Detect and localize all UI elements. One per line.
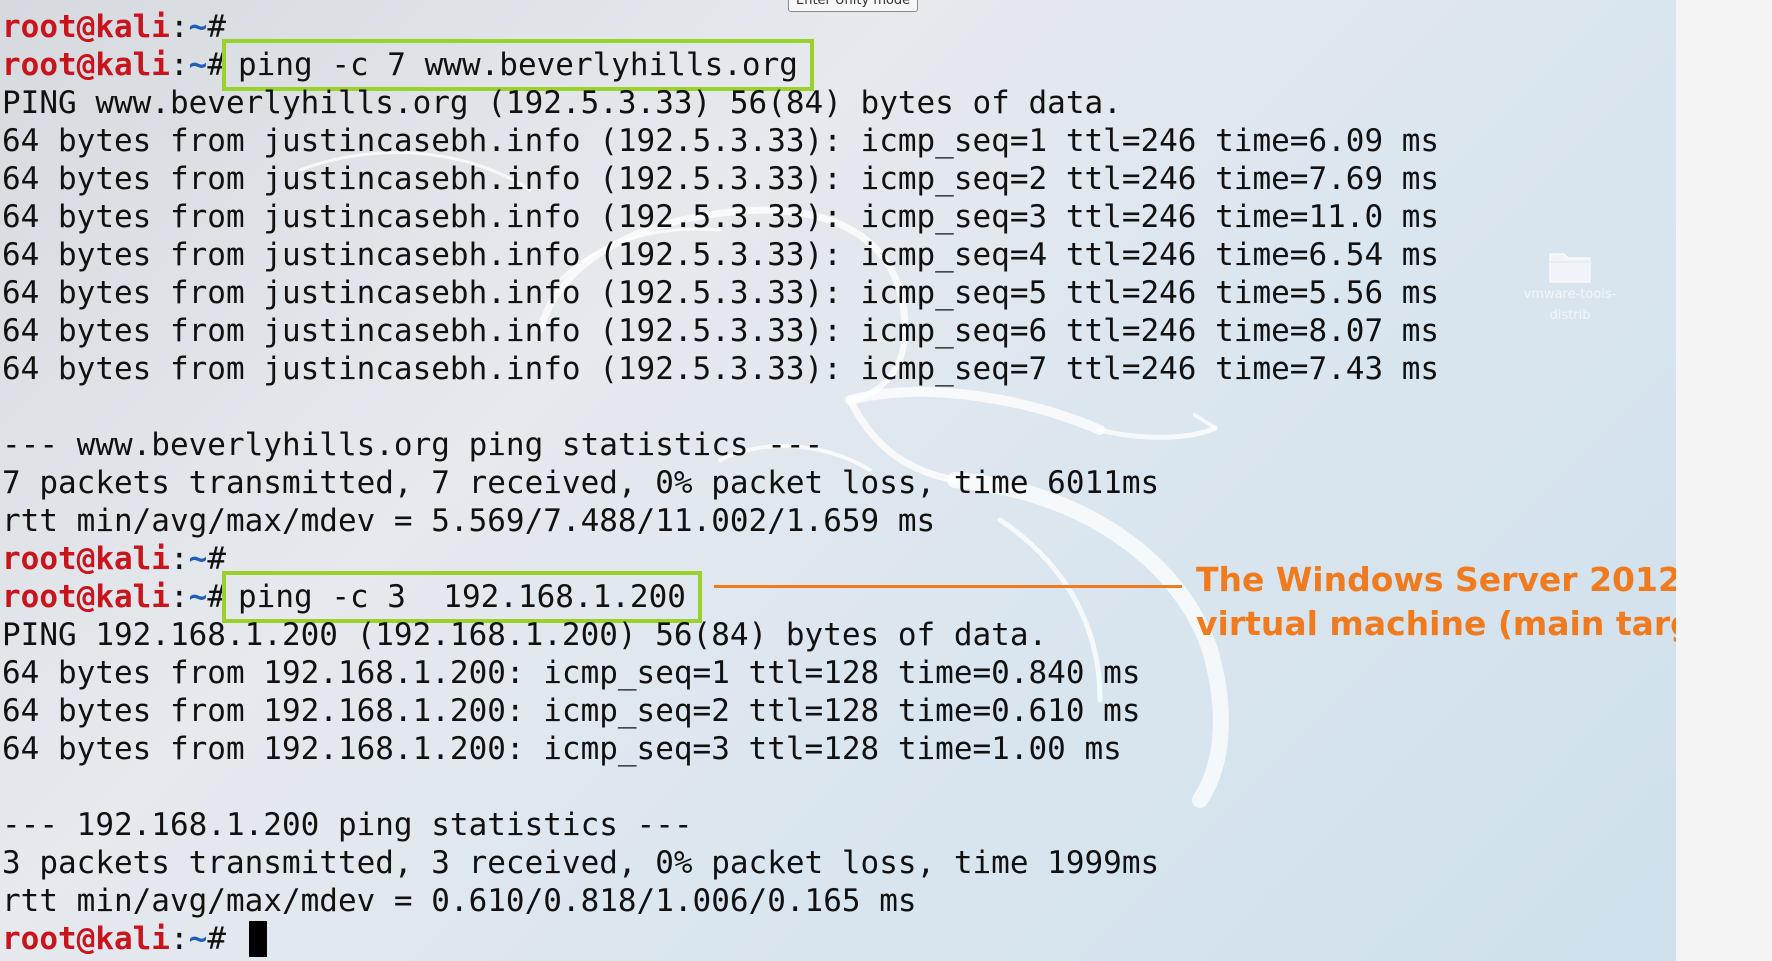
ping1-reply: 64 bytes from justincasebh.info (192.5.3… (2, 313, 1440, 349)
screen-right-margin (1676, 0, 1772, 961)
ping1-reply: 64 bytes from justincasebh.info (192.5.3… (2, 351, 1440, 387)
ping2-reply: 64 bytes from 192.168.1.200: icmp_seq=2 … (2, 693, 1141, 729)
ping2-reply: 64 bytes from 192.168.1.200: icmp_seq=1 … (2, 655, 1141, 691)
vmware-tools-distrib-desktop-icon[interactable]: vmware-tools- distrib (1510, 248, 1630, 326)
prompt-line-active[interactable]: root@kali:~# (2, 920, 1439, 958)
ping2-stats-packets: 3 packets transmitted, 3 received, 0% pa… (2, 845, 1160, 881)
kali-desktop-background: Enter Unity mode vmware-tools- distrib r… (0, 0, 1676, 961)
terminal-output[interactable]: root@kali:~# root@kali:~# ping -c 7 www.b… (2, 8, 1439, 958)
annotation-callout: The Windows Server 2012 R2 virtual machi… (1196, 558, 1676, 646)
ping1-reply: 64 bytes from justincasebh.info (192.5.3… (2, 199, 1440, 235)
ping2-reply: 64 bytes from 192.168.1.200: icmp_seq=3 … (2, 731, 1122, 767)
ping1-stats-packets: 7 packets transmitted, 7 received, 0% pa… (2, 465, 1160, 501)
ping1-reply: 64 bytes from justincasebh.info (192.5.3… (2, 161, 1440, 197)
annotation-line-2: virtual machine (main target) (1196, 604, 1676, 643)
ping2-stats-rtt: rtt min/avg/max/mdev = 0.610/0.818/1.006… (2, 883, 917, 919)
ping1-header: PING www.beverlyhills.org (192.5.3.33) 5… (2, 85, 1122, 121)
desktop-icon-label-line-1: vmware-tools- (1523, 287, 1617, 302)
vm-screen: Enter Unity mode vmware-tools- distrib r… (0, 0, 1772, 961)
annotation-line-1: The Windows Server 2012 R2 (1196, 560, 1676, 599)
ping1-stats-rtt: rtt min/avg/max/mdev = 5.569/7.488/11.00… (2, 503, 936, 539)
ping1-reply: 64 bytes from justincasebh.info (192.5.3… (2, 123, 1440, 159)
terminal-cursor (248, 921, 267, 957)
desktop-icon-label-line-2: distrib (1549, 308, 1591, 323)
ping1-reply: 64 bytes from justincasebh.info (192.5.3… (2, 237, 1440, 273)
prompt-line-command-1: root@kali:~# ping -c 7 www.beverlyhills.o… (2, 39, 1439, 91)
annotation-connector-line (714, 585, 1182, 588)
ping1-stats-header: --- www.beverlyhills.org ping statistics… (2, 427, 824, 463)
folder-icon (1549, 253, 1591, 283)
ping1-reply: 64 bytes from justincasebh.info (192.5.3… (2, 275, 1440, 311)
ping2-stats-header: --- 192.168.1.200 ping statistics --- (2, 807, 693, 843)
